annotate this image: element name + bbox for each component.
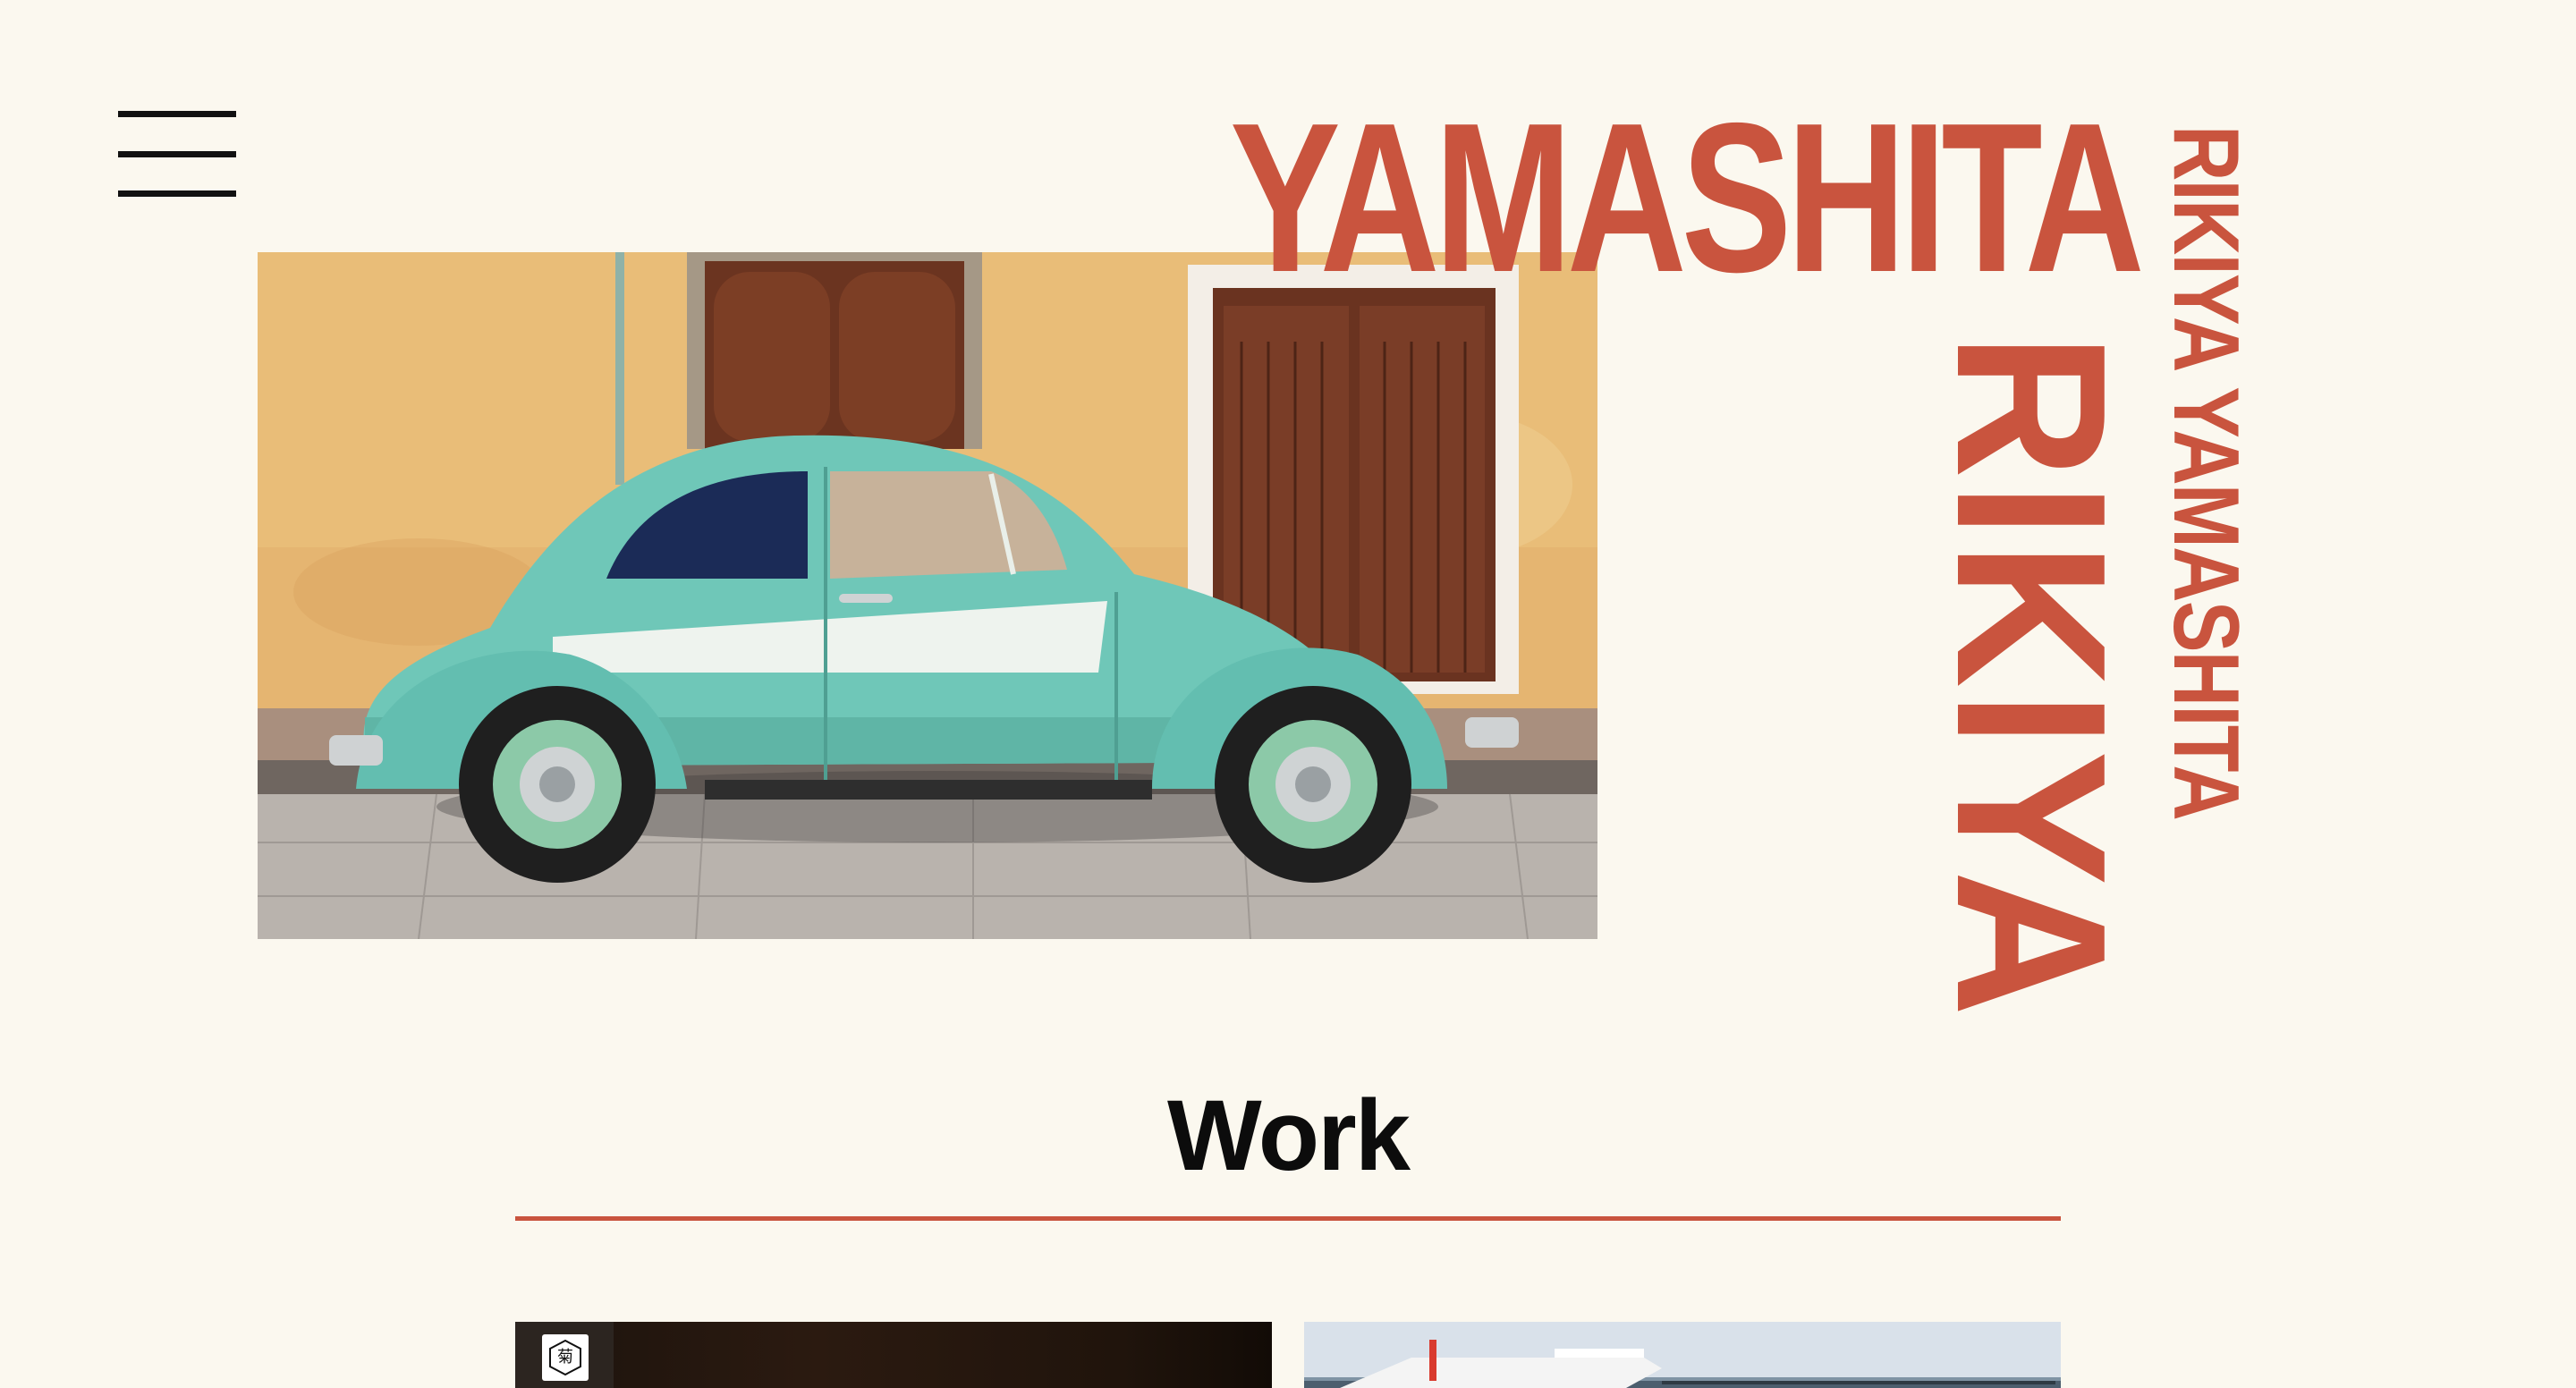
menu-bar-middle	[118, 151, 236, 157]
name-subtitle-vertical-text: RIKIYA YAMASHITA	[2154, 125, 2258, 820]
name-title-vertical: RIKIYA	[1912, 333, 2149, 1020]
page: YAMASHITA RIKIYA RIKIYA YAMASHITA Work 菊	[0, 0, 2576, 1388]
menu-bar-top	[118, 111, 236, 117]
hamburger-menu-icon[interactable]	[118, 111, 236, 197]
name-title-horizontal: YAMASHITA	[1230, 80, 2145, 317]
name-subtitle-vertical: RIKIYA YAMASHITA	[2154, 125, 2258, 841]
work-heading-divider	[515, 1216, 2061, 1221]
work-section-heading: Work	[1167, 1079, 1411, 1191]
work-item-1-logo-glyph: 菊	[557, 1348, 573, 1367]
work-item-1[interactable]: 菊	[515, 1322, 1272, 1388]
name-title-vertical-text: RIKIYA	[1912, 333, 2149, 1020]
hero-car-photo	[258, 252, 1597, 939]
work-item-2[interactable]	[1304, 1322, 2061, 1388]
menu-bar-bottom	[118, 190, 236, 197]
work-item-1-logo-icon: 菊	[542, 1334, 589, 1381]
